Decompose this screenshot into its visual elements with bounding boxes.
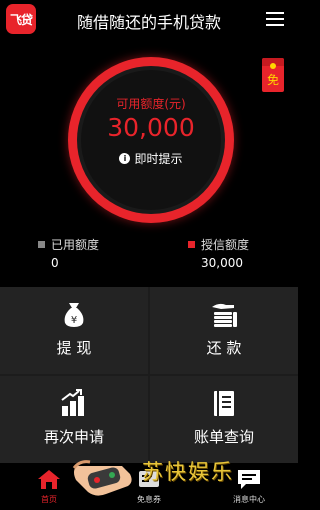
page-title: 随借随还的手机贷款 <box>76 13 221 32</box>
coins-hand-icon <box>212 303 237 327</box>
tab-home-label: 首页 <box>41 495 57 504</box>
watermark-gamepad-hand-icon <box>72 460 132 496</box>
used-credit-value: 0 <box>51 256 59 270</box>
bar-chart-up-icon <box>61 389 84 416</box>
total-credit-marker <box>188 241 195 248</box>
free-badge-label: 免 <box>266 73 279 87</box>
menu-icon[interactable] <box>266 12 284 26</box>
app-logo: 飞贷 <box>6 4 36 34</box>
message-icon <box>238 470 260 489</box>
total-credit-stat: 授信额度 30,000 <box>188 236 249 270</box>
available-credit-label: 可用额度(元) <box>116 97 186 111</box>
top-bar: 飞贷 随借随还的手机贷款 <box>0 0 298 38</box>
total-credit-value: 30,000 <box>201 256 243 270</box>
bill-query-label: 账单查询 <box>193 428 254 446</box>
total-credit-label: 授信额度 <box>201 238 250 252</box>
repay-label: 还 款 <box>206 339 242 357</box>
free-envelope-badge[interactable]: 免 <box>262 58 284 92</box>
used-credit-label: 已用额度 <box>51 238 100 252</box>
action-grid: ¥ 提 现 还 款 再次申请 账单查询 <box>0 287 298 463</box>
tab-coupons-label: 免息券 <box>137 495 161 504</box>
withdraw-button[interactable]: ¥ 提 现 <box>0 287 148 374</box>
bill-query-button[interactable]: 账单查询 <box>150 376 298 463</box>
envelope-seal <box>270 63 276 69</box>
tab-messages-label: 消息中心 <box>233 495 265 504</box>
money-bag-icon: ¥ <box>64 303 84 327</box>
home-icon <box>38 470 60 489</box>
available-credit-value: 30,000 <box>107 113 195 142</box>
used-credit-stat: 已用额度 0 <box>38 236 99 270</box>
instant-hint-link[interactable]: i 即时提示 <box>81 150 221 167</box>
info-icon: i <box>119 153 131 164</box>
repay-button[interactable]: 还 款 <box>150 287 298 374</box>
used-credit-marker <box>38 241 45 248</box>
svg-text:¥: ¥ <box>71 315 77 326</box>
instant-hint-label: 即时提示 <box>134 152 183 166</box>
reapply-button[interactable]: 再次申请 <box>0 376 148 463</box>
withdraw-label: 提 现 <box>56 339 92 357</box>
notebook-icon <box>214 391 234 416</box>
reapply-label: 再次申请 <box>43 428 104 446</box>
watermark-text: 苏快娱乐 <box>142 460 234 484</box>
